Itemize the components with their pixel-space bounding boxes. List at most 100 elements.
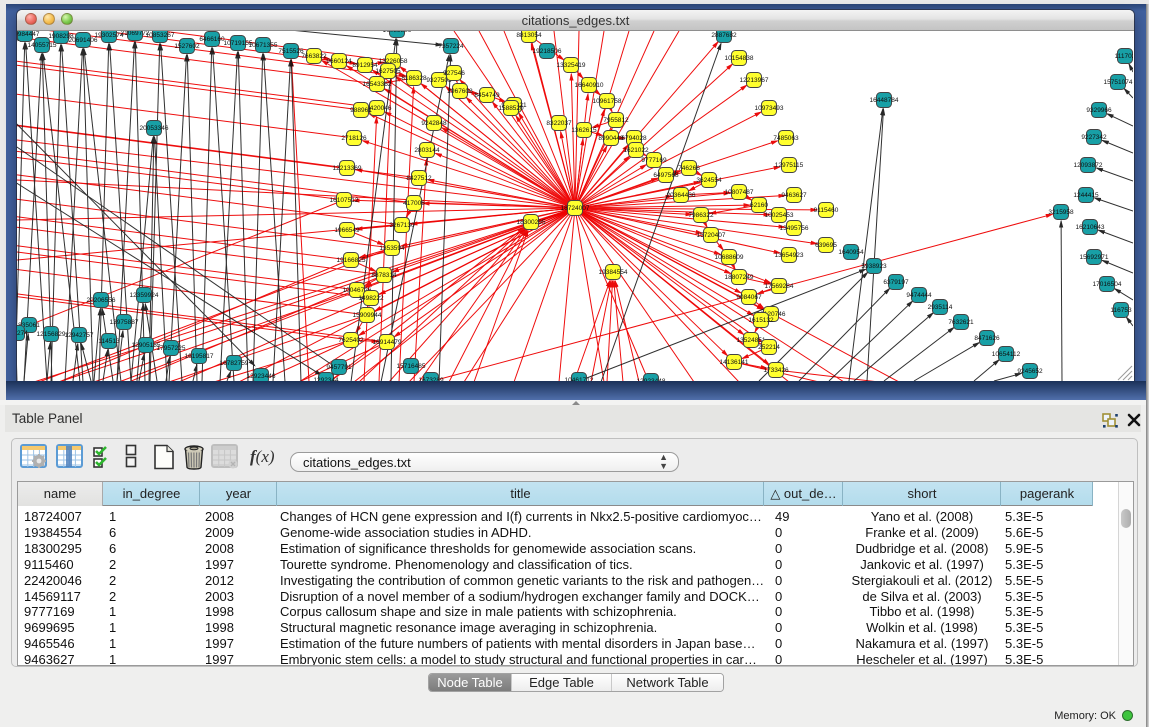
svg-text:8990448: 8990448 — [598, 135, 624, 142]
svg-text:5938923: 5938923 — [861, 263, 887, 270]
svg-text:1640954: 1640954 — [838, 249, 864, 256]
svg-text:18300295: 18300295 — [517, 219, 546, 226]
svg-text:7632621: 7632621 — [948, 319, 974, 326]
svg-text:12975115: 12975115 — [775, 162, 804, 169]
svg-text:417006: 417006 — [403, 200, 425, 207]
svg-text:15909944: 15909944 — [353, 312, 382, 319]
svg-text:10654112: 10654112 — [992, 351, 1021, 358]
svg-text:2803144: 2803144 — [414, 147, 440, 154]
svg-text:8878314: 8878314 — [371, 272, 397, 279]
svg-text:9242848: 9242848 — [421, 120, 447, 127]
svg-text:15716485: 15716485 — [397, 363, 426, 370]
svg-text:746266: 746266 — [678, 165, 700, 172]
svg-text:1244415: 1244415 — [1073, 192, 1099, 199]
svg-text:14136141: 14136141 — [720, 359, 749, 366]
svg-text:9474444: 9474444 — [906, 292, 932, 299]
svg-text:9463627: 9463627 — [781, 192, 807, 199]
svg-text:1615132: 1615132 — [748, 317, 774, 324]
svg-text:7663822: 7663822 — [301, 53, 327, 60]
svg-text:927546: 927546 — [443, 70, 465, 77]
svg-text:114513: 114513 — [98, 338, 120, 345]
svg-text:1353594: 1353594 — [379, 245, 405, 252]
svg-text:7955812: 7955812 — [603, 117, 629, 124]
svg-text:7986322: 7986322 — [688, 212, 714, 219]
svg-text:20364436: 20364436 — [667, 192, 696, 199]
svg-text:9227342: 9227342 — [1081, 134, 1107, 141]
svg-text:2967608: 2967608 — [447, 88, 473, 95]
svg-text:9457791: 9457791 — [326, 364, 352, 371]
svg-text:116753: 116753 — [1110, 307, 1132, 314]
svg-text:3267130: 3267130 — [389, 222, 415, 229]
svg-text:639695: 639695 — [815, 242, 837, 249]
svg-text:10671355: 10671355 — [249, 42, 278, 49]
svg-text:1498222: 1498222 — [358, 295, 384, 302]
svg-text:16448784: 16448784 — [870, 97, 899, 104]
svg-text:15720407: 15720407 — [697, 232, 726, 239]
svg-text:20691406: 20691406 — [69, 37, 98, 44]
svg-text:15751074: 15751074 — [1104, 79, 1133, 86]
svg-text:7357224: 7357224 — [438, 43, 464, 50]
svg-text:1527602: 1527602 — [174, 43, 200, 50]
svg-text:62160: 62160 — [750, 202, 768, 209]
svg-text:3215958: 3215958 — [1048, 209, 1074, 216]
svg-text:10807487: 10807487 — [725, 189, 754, 196]
svg-text:8912954: 8912954 — [352, 62, 378, 69]
svg-text:13495756: 13495756 — [780, 225, 809, 232]
svg-text:8813054: 8813054 — [516, 32, 542, 39]
svg-text:1588520: 1588520 — [498, 105, 524, 112]
svg-text:12213967: 12213967 — [740, 77, 769, 84]
svg-text:16033809: 16033809 — [383, 31, 412, 34]
svg-text:18724007: 18724007 — [561, 205, 590, 212]
svg-text:111702: 111702 — [1115, 53, 1133, 60]
svg-text:1966549: 1966549 — [334, 227, 360, 234]
svg-text:6794028: 6794028 — [621, 135, 647, 142]
svg-text:10688609: 10688609 — [715, 254, 744, 261]
svg-text:13325419: 13325419 — [557, 62, 586, 69]
svg-text:20984447: 20984447 — [17, 31, 40, 38]
svg-text:1621022: 1621022 — [623, 147, 649, 154]
svg-text:1627505: 1627505 — [375, 68, 401, 75]
svg-text:9245652: 9245652 — [1017, 368, 1043, 375]
svg-text:2718126: 2718126 — [341, 135, 367, 142]
svg-text:12213369: 12213369 — [333, 165, 362, 172]
svg-text:8186328: 8186328 — [401, 75, 427, 82]
svg-text:3624554: 3624554 — [696, 177, 722, 184]
svg-text:12942757: 12942757 — [65, 332, 94, 339]
svg-text:19218506: 19218506 — [533, 48, 562, 55]
svg-text:2935114: 2935114 — [928, 304, 953, 311]
svg-text:10961758: 10961758 — [593, 98, 622, 105]
svg-text:9115460: 9115460 — [814, 207, 839, 214]
svg-text:12359924: 12359924 — [130, 292, 159, 299]
svg-text:10853267: 10853267 — [146, 32, 175, 39]
svg-text:9660124: 9660124 — [326, 58, 352, 65]
svg-text:14055715: 14055715 — [28, 42, 57, 49]
svg-text:7515526: 7515526 — [278, 48, 304, 55]
svg-text:12156829: 12156829 — [37, 331, 66, 338]
svg-text:20206556: 20206556 — [87, 297, 116, 304]
svg-text:16210643: 16210643 — [1076, 224, 1105, 231]
svg-text:12093872: 12093872 — [1074, 162, 1103, 169]
svg-text:7485063: 7485063 — [773, 135, 799, 142]
svg-text:8427512: 8427512 — [406, 175, 432, 182]
svg-text:10025453: 10025453 — [765, 212, 794, 219]
svg-text:17957225: 17957225 — [157, 345, 186, 352]
svg-text:9329966: 9329966 — [1086, 107, 1112, 114]
svg-text:252214: 252214 — [758, 344, 780, 351]
svg-text:15692971: 15692971 — [1080, 254, 1109, 261]
svg-text:7625402: 7625402 — [338, 337, 364, 344]
svg-text:2887682: 2887682 — [711, 32, 737, 39]
svg-text:19166825: 19166825 — [337, 257, 366, 264]
svg-text:13975887: 13975887 — [110, 319, 139, 326]
svg-text:8454749: 8454749 — [474, 92, 500, 99]
svg-text:19302574: 19302574 — [95, 32, 124, 39]
svg-text:1362615: 1362615 — [571, 127, 597, 134]
svg-text:16782759: 16782759 — [220, 360, 249, 367]
svg-text:16640910: 16640910 — [575, 82, 604, 89]
svg-text:16107512: 16107512 — [330, 197, 359, 204]
svg-text:8471626: 8471626 — [974, 335, 1000, 342]
svg-text:9777169: 9777169 — [641, 157, 667, 164]
svg-text:391274: 391274 — [17, 330, 28, 337]
svg-text:8322037: 8322037 — [546, 120, 572, 127]
svg-text:20053346: 20053346 — [140, 125, 169, 132]
svg-text:19384554: 19384554 — [599, 269, 628, 276]
